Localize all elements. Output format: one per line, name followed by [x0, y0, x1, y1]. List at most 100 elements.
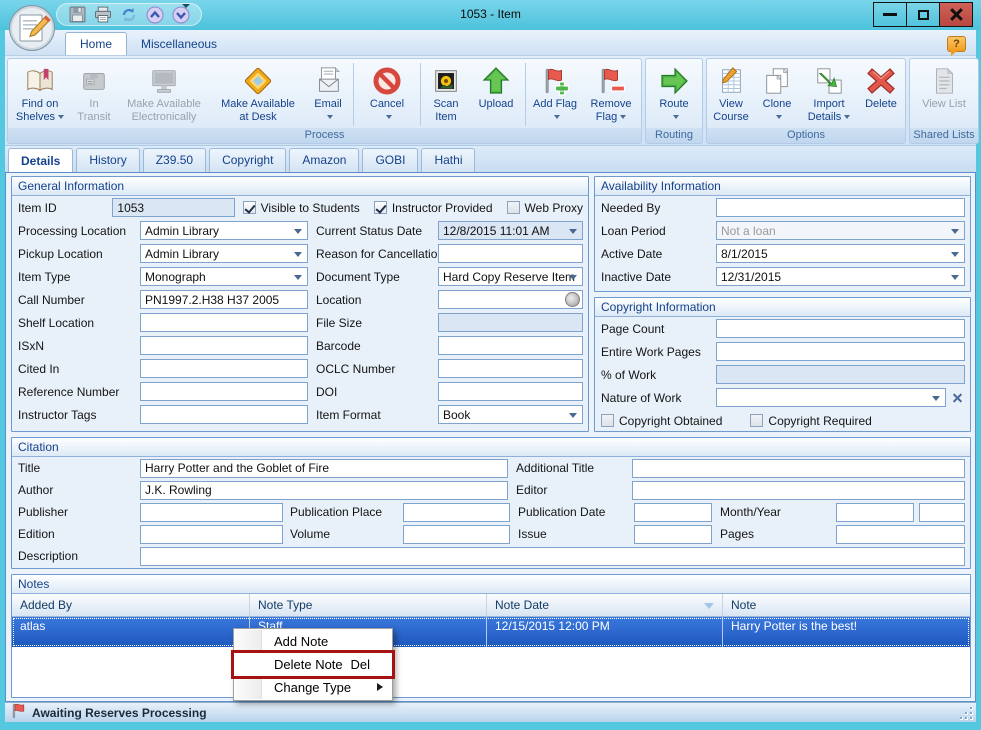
pages-input[interactable]: [836, 525, 965, 544]
make-available-at-desk-button[interactable]: Make Available at Desk: [211, 61, 305, 128]
copyright-obtained-checkbox[interactable]: Copyright Obtained: [601, 414, 722, 428]
help-icon[interactable]: ?: [947, 36, 966, 52]
publisher-input[interactable]: [140, 503, 283, 522]
tab-z3950[interactable]: Z39.50: [143, 148, 206, 172]
editor-input[interactable]: [632, 481, 965, 500]
menu-item-change-type[interactable]: Change Type: [234, 676, 392, 699]
instructor-provided-checkbox[interactable]: Instructor Provided: [374, 201, 493, 215]
close-button[interactable]: [939, 2, 973, 27]
cited-in-input[interactable]: [140, 359, 308, 378]
import-details-button[interactable]: Import Details: [800, 61, 858, 128]
month-input[interactable]: [836, 503, 914, 522]
processing-location-combo[interactable]: Admin Library: [140, 221, 308, 240]
note-row-selected[interactable]: atlas Staff 12/15/2015 12:00 PM Harry Po…: [12, 617, 970, 647]
edition-input[interactable]: [140, 525, 283, 544]
tab-gobi[interactable]: GOBI: [362, 148, 418, 172]
entire-work-pages-input[interactable]: [716, 342, 965, 361]
chevron-down-icon: [294, 252, 302, 257]
add-flag-button[interactable]: Add Flag: [528, 61, 582, 128]
delete-button[interactable]: Delete: [858, 61, 904, 128]
resize-grip[interactable]: [960, 707, 973, 720]
tab-amazon[interactable]: Amazon: [289, 148, 359, 172]
ribbon-group-routing: Route Routing: [645, 58, 703, 144]
field-label: Needed By: [601, 201, 716, 215]
dropdown-arrow-icon: [620, 115, 626, 119]
pickup-location-combo[interactable]: Admin Library: [140, 244, 308, 263]
column-header-note[interactable]: Note: [723, 594, 970, 616]
route-button[interactable]: Route: [647, 61, 701, 128]
copyright-information-panel: Copyright Information Page Count Entire …: [594, 297, 971, 432]
shelf-location-input[interactable]: [140, 313, 308, 332]
web-proxy-checkbox[interactable]: Web Proxy: [507, 201, 583, 215]
remove-flag-button[interactable]: Remove Flag: [582, 61, 640, 128]
page-count-input[interactable]: [716, 319, 965, 338]
minimize-button[interactable]: [873, 2, 907, 27]
checkbox-icon: [243, 201, 256, 214]
current-status-date-combo[interactable]: 12/8/2015 11:01 AM: [438, 221, 583, 240]
issue-input[interactable]: [634, 525, 712, 544]
dropdown-arrow-icon: [386, 115, 392, 119]
additional-title-input[interactable]: [632, 459, 965, 478]
email-button[interactable]: Email: [305, 61, 351, 128]
globe-icon[interactable]: [565, 292, 580, 307]
doi-input[interactable]: [438, 382, 583, 401]
clear-icon[interactable]: [951, 391, 965, 405]
visible-to-students-checkbox[interactable]: Visible to Students: [243, 201, 360, 215]
field-label: Barcode: [316, 339, 438, 353]
item-type-combo[interactable]: Monograph: [140, 267, 308, 286]
location-input[interactable]: [438, 290, 583, 309]
reference-number-input[interactable]: [140, 382, 308, 401]
title-input[interactable]: Harry Potter and the Goblet of Fire: [140, 459, 508, 478]
isxn-input[interactable]: [140, 336, 308, 355]
description-input[interactable]: [140, 547, 965, 566]
inactive-date-combo[interactable]: 12/31/2015: [716, 267, 965, 286]
barcode-input[interactable]: [438, 336, 583, 355]
call-number-input[interactable]: PN1997.2.H38 H37 2005: [140, 290, 308, 309]
reason-for-cancellation-input[interactable]: [438, 244, 583, 263]
oclc-number-input[interactable]: [438, 359, 583, 378]
item-format-combo[interactable]: Book: [438, 405, 583, 424]
upload-button[interactable]: Upload: [469, 61, 523, 128]
column-header-added-by[interactable]: Added By: [12, 594, 250, 616]
general-information-panel: General Information Item ID 1053 Visible…: [11, 176, 589, 432]
tab-details[interactable]: Details: [8, 148, 73, 173]
cell-note-date: 12/15/2015 12:00 PM: [487, 617, 723, 647]
file-size-field: [438, 313, 583, 332]
column-header-note-date[interactable]: Note Date: [487, 594, 723, 616]
publication-place-input[interactable]: [403, 503, 510, 522]
needed-by-input[interactable]: [716, 198, 965, 217]
field-label: Nature of Work: [601, 391, 716, 405]
ribbon-tab-miscellaneous[interactable]: Miscellaneous: [127, 33, 231, 55]
scan-item-button[interactable]: Scan Item: [423, 61, 469, 128]
tab-hathi[interactable]: Hathi: [421, 148, 475, 172]
nature-of-work-combo[interactable]: [716, 388, 946, 407]
field-label: Call Number: [18, 293, 140, 307]
column-header-note-type[interactable]: Note Type: [250, 594, 487, 616]
chevron-down-icon: [294, 275, 302, 280]
tab-history[interactable]: History: [76, 148, 139, 172]
clone-button[interactable]: Clone: [754, 61, 800, 128]
view-course-button[interactable]: View Course: [708, 61, 754, 128]
notes-grid: Added By Note Type Note Date Note atlas …: [12, 594, 970, 697]
find-on-shelves-button[interactable]: Find on Shelves: [9, 61, 71, 128]
document-type-combo[interactable]: Hard Copy Reserve Item: [438, 267, 583, 286]
maximize-button[interactable]: [906, 2, 940, 27]
app-icon[interactable]: [8, 4, 57, 53]
author-input[interactable]: J.K. Rowling: [140, 481, 508, 500]
group-label-process: Process: [8, 128, 641, 143]
panel-header: Availability Information: [595, 177, 970, 196]
cancel-button[interactable]: Cancel: [356, 61, 418, 128]
active-date-combo[interactable]: 8/1/2015: [716, 244, 965, 263]
publication-date-input[interactable]: [634, 503, 712, 522]
menu-item-delete-note[interactable]: Delete NoteDel: [234, 653, 392, 676]
field-label: % of Work: [601, 368, 716, 382]
menu-item-add-note[interactable]: Add Note: [234, 630, 392, 653]
instructor-tags-input[interactable]: [140, 405, 308, 424]
field-label: Instructor Tags: [18, 408, 140, 422]
field-label: Inactive Date: [601, 270, 716, 284]
year-input[interactable]: [919, 503, 965, 522]
tab-copyright[interactable]: Copyright: [209, 148, 286, 172]
ribbon-tab-home[interactable]: Home: [65, 32, 127, 55]
copyright-required-checkbox[interactable]: Copyright Required: [750, 414, 871, 428]
volume-input[interactable]: [403, 525, 510, 544]
